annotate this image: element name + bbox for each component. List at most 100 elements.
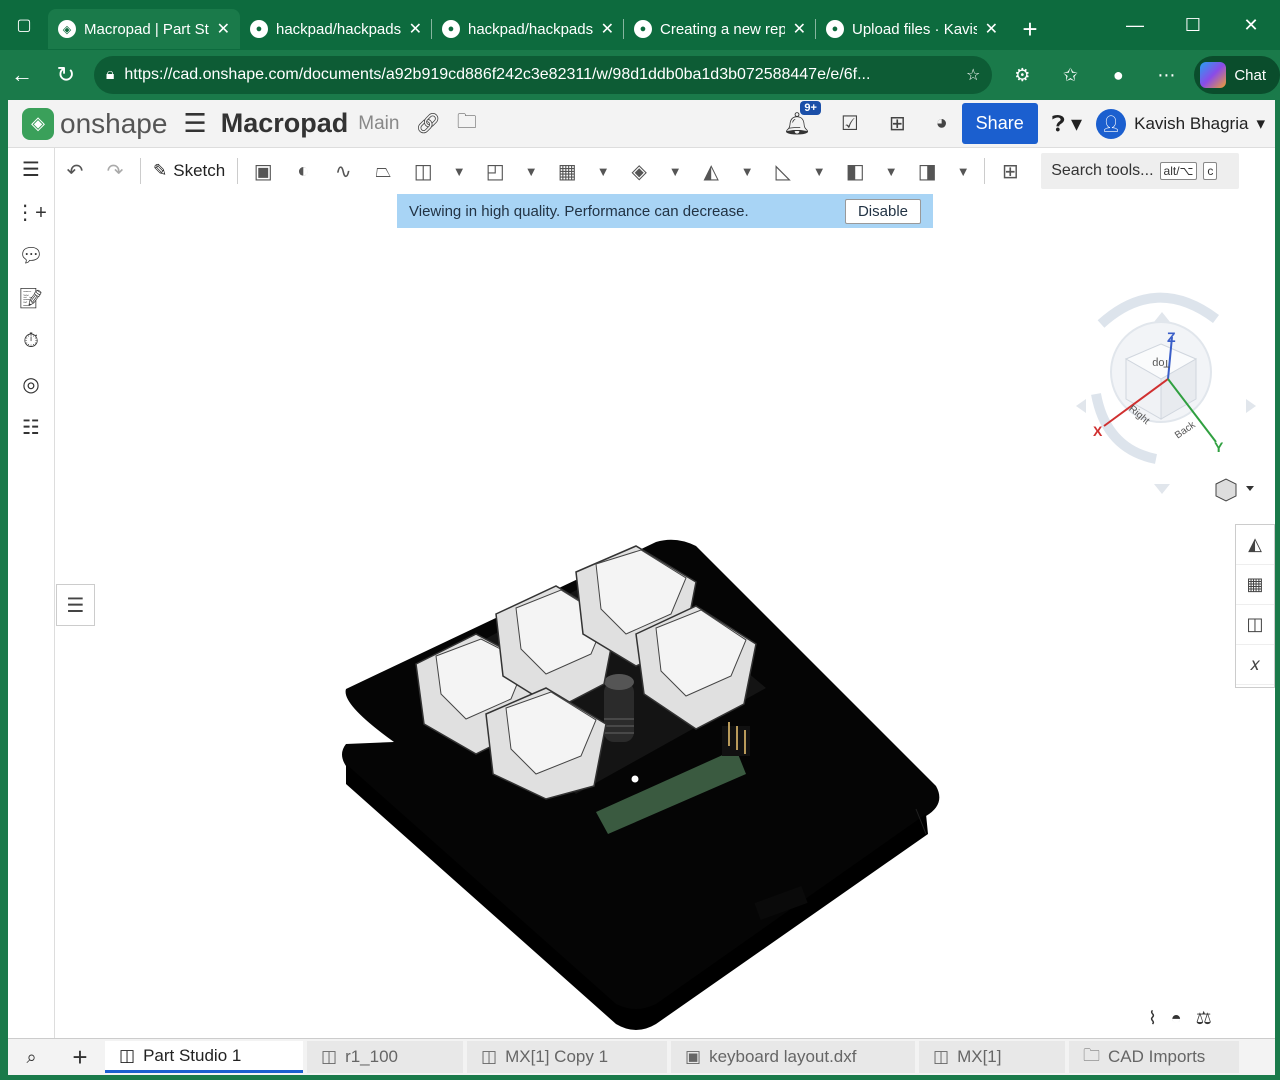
tab-title: Upload files · Kavis	[852, 20, 977, 38]
undo-icon[interactable]: ↶	[56, 153, 94, 189]
close-window-icon[interactable]: ✕	[1222, 0, 1280, 50]
user-menu[interactable]: 👤︎ Kavish Bhagria ▾	[1096, 108, 1265, 139]
branch-label[interactable]: Main	[358, 113, 399, 135]
browser-tab-new-repo[interactable]: ● Creating a new rep ✕	[624, 9, 816, 49]
disable-button[interactable]: Disable	[844, 198, 921, 224]
parts-icon[interactable]: ▦	[1236, 565, 1274, 605]
profile-avatar-icon[interactable]: ●	[1094, 55, 1142, 95]
plane-icon[interactable]: ◺	[764, 153, 802, 189]
github-icon: ●	[826, 20, 844, 38]
add-custom-feature-icon[interactable]: ⊞	[991, 153, 1029, 189]
feature-toolbar: ↶ ↷ ✎ Sketch ▣ ◐ ∿ ⏢ ◫ ▼ ◰ ▼ ▦ ▼ ◈ ▼ ◭ ▼…	[56, 148, 1275, 194]
notes-icon[interactable]: 📝︎	[8, 277, 54, 320]
browser-tab-onshape[interactable]: ◈ Macropad | Part St ✕	[48, 9, 240, 49]
history-icon[interactable]: ⏱	[8, 320, 54, 363]
url-input[interactable]: 🔒︎ https://cad.onshape.com/documents/a92…	[93, 56, 993, 94]
tab-title: hackpad/hackpads	[276, 20, 401, 38]
hamburger-menu-icon[interactable]: ☰	[183, 108, 206, 139]
element-tab-part-studio-1[interactable]: ◫ Part Studio 1	[105, 1041, 303, 1073]
onshape-logo[interactable]: ◈ onshape	[22, 107, 167, 140]
user-avatar-icon: 👤︎	[1096, 108, 1127, 139]
thicken-icon[interactable]: ◫	[404, 153, 442, 189]
element-tab-mx1[interactable]: ◫ MX[1]	[919, 1041, 1065, 1073]
pencil-icon: ✎	[153, 161, 168, 180]
split-icon[interactable]: ◭	[692, 153, 730, 189]
redo-icon[interactable]: ↷	[96, 153, 134, 189]
chevron-down-icon[interactable]: ▼	[804, 153, 834, 189]
element-tab-keyboard-layout-dxf[interactable]: ▣ keyboard layout.dxf	[671, 1041, 915, 1073]
view-cube-back-face[interactable]: Back	[1173, 419, 1198, 441]
chevron-down-icon[interactable]: ▼	[876, 153, 906, 189]
back-icon[interactable]: ←	[0, 55, 44, 95]
chevron-down-icon[interactable]: ▼	[948, 153, 978, 189]
feature-list-icon[interactable]: ☰	[8, 148, 54, 191]
sheet-metal-icon[interactable]: ◧	[836, 153, 874, 189]
browser-tab-hackpads-2[interactable]: ● hackpad/hackpads ✕	[432, 9, 624, 49]
learning-center-icon[interactable]: ◕	[936, 112, 948, 135]
favorites-icon[interactable]: ✩	[1046, 55, 1094, 95]
tasks-icon[interactable]: ☑	[841, 111, 859, 136]
mass-properties-icon[interactable]: ⚖	[1196, 1008, 1212, 1029]
sketch-button[interactable]: ✎ Sketch	[147, 153, 231, 189]
view-cube-top-face[interactable]: Top	[1152, 357, 1170, 369]
fillet-icon[interactable]: ◰	[476, 153, 514, 189]
chevron-down-icon[interactable]: ▼	[732, 153, 762, 189]
notifications-bell-icon[interactable]: 🔔︎ 9+	[783, 100, 821, 137]
minimize-icon[interactable]: —	[1106, 0, 1164, 50]
app-store-icon[interactable]: ⊞	[889, 111, 906, 136]
help-icon[interactable]: ❓︎ ▾	[1052, 111, 1082, 137]
close-tab-icon[interactable]: ✕	[601, 19, 614, 39]
window-menu-icon[interactable]: ▢	[0, 0, 48, 50]
measure-icon[interactable]: ⌇	[1148, 1008, 1157, 1029]
comments-icon[interactable]: 💬︎	[8, 234, 54, 277]
more-menu-icon[interactable]: ⋯	[1142, 55, 1190, 95]
revolve-icon[interactable]: ◐	[284, 153, 322, 189]
folder-icon[interactable]: 🗀	[457, 107, 477, 141]
share-button[interactable]: Share	[961, 103, 1038, 144]
view-cube[interactable]: Z X Y Top Right Back	[1076, 292, 1256, 494]
browser-tab-hackpads-1[interactable]: ● hackpad/hackpads ✕	[240, 9, 432, 49]
element-tab-cad-imports[interactable]: 🗀 CAD Imports	[1069, 1041, 1239, 1073]
document-title[interactable]: Macropad	[221, 108, 349, 139]
element-tab-r1-100[interactable]: ◫ r1_100	[307, 1041, 463, 1073]
chevron-down-icon[interactable]: ▼	[516, 153, 546, 189]
favorite-star-icon[interactable]: ☆	[966, 65, 980, 85]
chevron-down-icon[interactable]: ▼	[444, 153, 474, 189]
mate-connector-icon[interactable]: ◨	[908, 153, 946, 189]
graphics-viewport[interactable]: Z X Y Top Right Back	[56, 194, 1275, 1036]
extrude-icon[interactable]: ▣	[244, 153, 282, 189]
new-tab-button[interactable]: +	[1008, 9, 1052, 49]
insert-icon[interactable]: ⋮+	[8, 191, 54, 234]
model-canvas[interactable]: Z X Y Top Right Back	[56, 194, 1275, 1036]
element-tab-mx1-copy-1[interactable]: ◫ MX[1] Copy 1	[467, 1041, 667, 1073]
pattern-icon[interactable]: ▦	[548, 153, 586, 189]
search-tools-input[interactable]: Search tools... alt/⌥ c	[1041, 153, 1240, 189]
close-tab-icon[interactable]: ✕	[793, 19, 806, 39]
loft-icon[interactable]: ⏢	[364, 153, 402, 189]
configurations-icon[interactable]: ◫	[1236, 605, 1274, 645]
maximize-icon[interactable]: ☐	[1164, 0, 1222, 50]
search-tabs-icon[interactable]: ⌕	[8, 1039, 55, 1076]
boolean-icon[interactable]: ◈	[620, 153, 658, 189]
search-model-icon[interactable]: ◎	[8, 363, 54, 406]
macropad-model[interactable]	[342, 539, 940, 1030]
copilot-chat-button[interactable]: Chat	[1194, 56, 1280, 94]
refresh-icon[interactable]: ↻	[44, 55, 88, 95]
chevron-down-icon[interactable]: ▼	[588, 153, 618, 189]
appearance-icon[interactable]: ◭	[1236, 525, 1274, 565]
close-tab-icon[interactable]: ✕	[217, 19, 230, 39]
view-options-icon[interactable]	[1215, 478, 1254, 502]
variables-icon[interactable]: 𝑥	[1236, 645, 1274, 685]
extensions-icon[interactable]: ⚙	[998, 55, 1046, 95]
sweep-icon[interactable]: ∿	[324, 153, 362, 189]
browser-tab-upload-files[interactable]: ● Upload files · Kavis ✕	[816, 9, 1008, 49]
close-tab-icon[interactable]: ✕	[985, 19, 998, 39]
section-view-icon[interactable]: ◓	[1171, 1008, 1182, 1029]
github-icon: ●	[250, 20, 268, 38]
chevron-down-icon[interactable]: ▼	[660, 153, 690, 189]
link-icon[interactable]: 🔗︎	[415, 111, 440, 136]
close-tab-icon[interactable]: ✕	[409, 19, 422, 39]
checklist-icon[interactable]: ☷	[8, 406, 54, 449]
feature-list-toggle-icon[interactable]: ☰	[56, 584, 95, 626]
add-element-button[interactable]: +	[55, 1039, 105, 1076]
